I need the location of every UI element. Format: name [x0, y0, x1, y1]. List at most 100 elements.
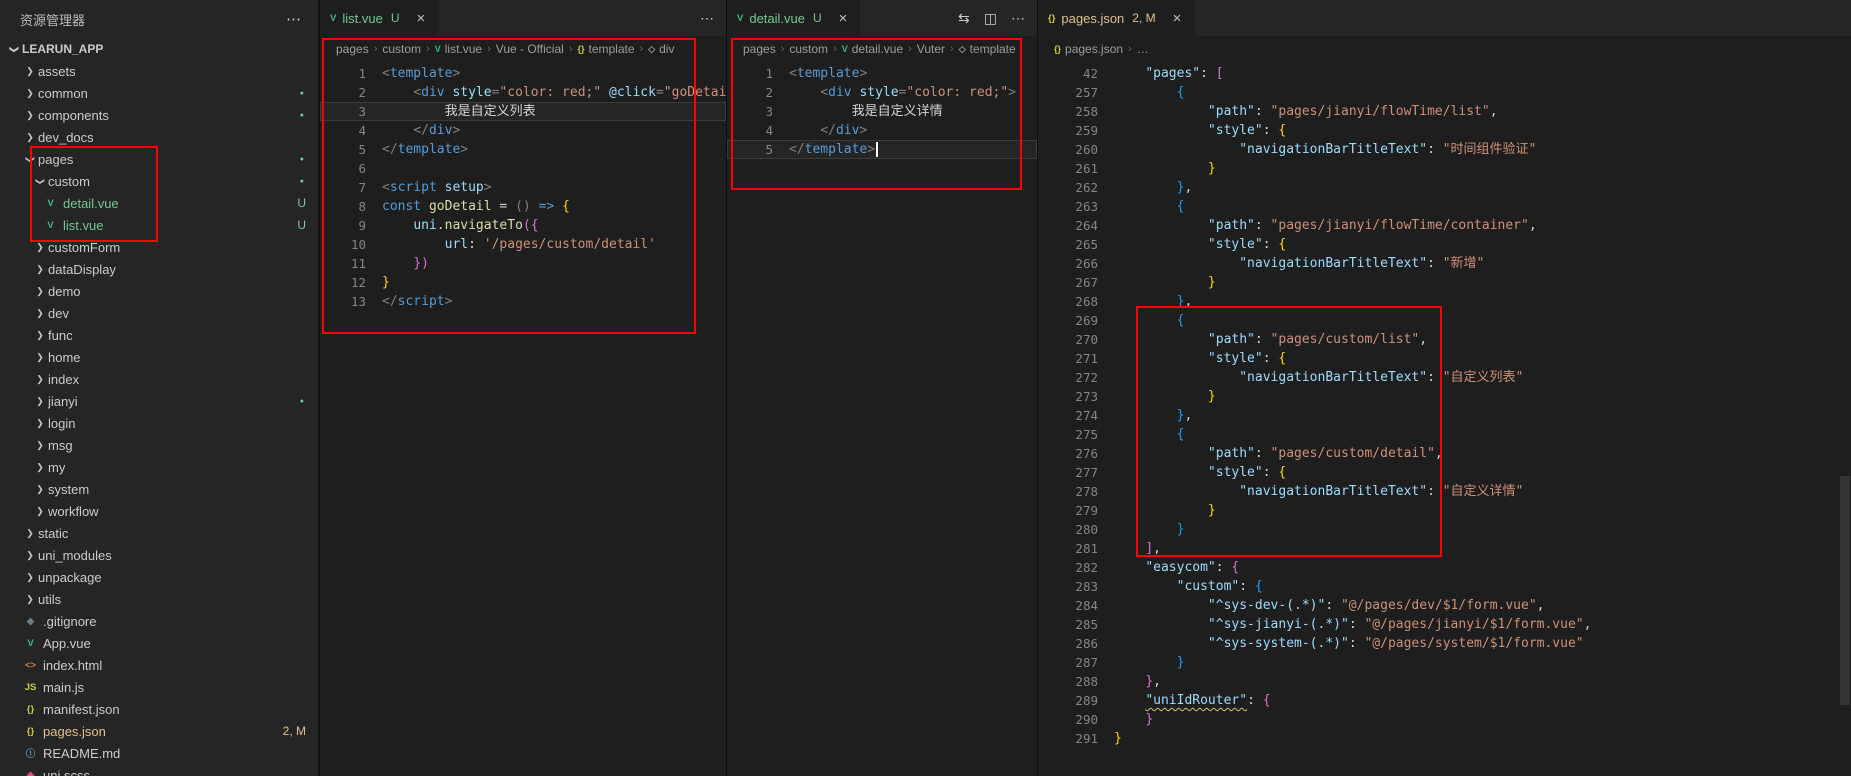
- code-line-265[interactable]: 265 "style": {: [1038, 235, 1851, 254]
- line-number[interactable]: 4: [727, 121, 789, 140]
- breadcrumb-item-template[interactable]: {}template: [577, 42, 634, 56]
- code-line-2[interactable]: 2 <div style="color: red;">: [727, 83, 1037, 102]
- line-content[interactable]: "style": {: [1114, 463, 1851, 482]
- breadcrumb-item--[interactable]: …: [1137, 42, 1149, 56]
- code-line-258[interactable]: 258 "path": "pages/jianyi/flowTime/list"…: [1038, 102, 1851, 121]
- line-number[interactable]: 274: [1038, 406, 1114, 425]
- line-number[interactable]: 284: [1038, 596, 1114, 615]
- breadcrumb-item-template[interactable]: ◇template: [959, 42, 1016, 56]
- code-line-264[interactable]: 264 "path": "pages/jianyi/flowTime/conta…: [1038, 216, 1851, 235]
- line-content[interactable]: "style": {: [1114, 349, 1851, 368]
- line-content[interactable]: }: [382, 273, 726, 292]
- line-content[interactable]: {: [1114, 311, 1851, 330]
- line-number[interactable]: 259: [1038, 121, 1114, 140]
- line-content[interactable]: <script setup>: [382, 178, 726, 197]
- line-content[interactable]: uni.navigateTo({: [382, 216, 726, 235]
- line-content[interactable]: <div style="color: red;">: [789, 83, 1037, 102]
- split-editor-icon[interactable]: ◫: [984, 10, 997, 27]
- line-content[interactable]: <div style="color: red;" @click="goDetai…: [382, 83, 726, 102]
- line-number[interactable]: 13: [320, 292, 382, 311]
- line-number[interactable]: 264: [1038, 216, 1114, 235]
- tree-root-learun-app[interactable]: ❯ LEARUN_APP: [0, 38, 318, 60]
- tree-item-unpackage[interactable]: ❯unpackage: [0, 566, 318, 588]
- line-number[interactable]: 271: [1038, 349, 1114, 368]
- tree-item-common[interactable]: ❯common●: [0, 82, 318, 104]
- more-actions-icon[interactable]: ⋯: [700, 10, 714, 27]
- line-number[interactable]: 1: [320, 64, 382, 83]
- code-line-266[interactable]: 266 "navigationBarTitleText": "新增": [1038, 254, 1851, 273]
- code-line-271[interactable]: 271 "style": {: [1038, 349, 1851, 368]
- breadcrumb-item-detail.vue[interactable]: Vdetail.vue: [842, 42, 903, 56]
- tree-item-assets[interactable]: ❯assets: [0, 60, 318, 82]
- breadcrumb-item-list.vue[interactable]: Vlist.vue: [435, 42, 482, 56]
- line-content[interactable]: }: [1114, 653, 1851, 672]
- open-changes-icon[interactable]: ⇆: [958, 10, 970, 27]
- line-number[interactable]: 263: [1038, 197, 1114, 216]
- line-number[interactable]: 262: [1038, 178, 1114, 197]
- code-line-276[interactable]: 276 "path": "pages/custom/detail",: [1038, 444, 1851, 463]
- code-line-1[interactable]: 1<template>: [727, 64, 1037, 83]
- line-number[interactable]: 4: [320, 121, 382, 140]
- line-content[interactable]: "navigationBarTitleText": "自定义列表": [1114, 368, 1851, 387]
- line-number[interactable]: 275: [1038, 425, 1114, 444]
- line-content[interactable]: }: [1114, 710, 1851, 729]
- breadcrumb-item-pages[interactable]: pages: [336, 42, 369, 56]
- line-content[interactable]: </template>: [789, 140, 1037, 159]
- tree-item-app.vue[interactable]: VApp.vue: [0, 632, 318, 654]
- tree-item-dev-docs[interactable]: ❯dev_docs: [0, 126, 318, 148]
- line-number[interactable]: 273: [1038, 387, 1114, 406]
- code-line-263[interactable]: 263 {: [1038, 197, 1851, 216]
- line-number[interactable]: 260: [1038, 140, 1114, 159]
- line-number[interactable]: 281: [1038, 539, 1114, 558]
- tree-item-jianyi[interactable]: ❯jianyi●: [0, 390, 318, 412]
- line-content[interactable]: "easycom": {: [1114, 558, 1851, 577]
- line-content[interactable]: {: [1114, 197, 1851, 216]
- code-line-262[interactable]: 262 },: [1038, 178, 1851, 197]
- tree-item-home[interactable]: ❯home: [0, 346, 318, 368]
- line-content[interactable]: "navigationBarTitleText": "时间组件验证": [1114, 140, 1851, 159]
- breadcrumb-item-vue-official[interactable]: Vue - Official: [496, 42, 564, 56]
- tab-pages-json[interactable]: {}pages.json2, M×: [1038, 0, 1195, 36]
- line-content[interactable]: </div>: [789, 121, 1037, 140]
- line-content[interactable]: 我是自定义详情: [789, 102, 1037, 121]
- line-content[interactable]: }: [1114, 501, 1851, 520]
- line-number[interactable]: 5: [320, 140, 382, 159]
- code-line-2[interactable]: 2 <div style="color: red;" @click="goDet…: [320, 83, 726, 102]
- line-number[interactable]: 265: [1038, 235, 1114, 254]
- line-number[interactable]: 269: [1038, 311, 1114, 330]
- code-line-261[interactable]: 261 }: [1038, 159, 1851, 178]
- code-line-287[interactable]: 287 }: [1038, 653, 1851, 672]
- tree-item-func[interactable]: ❯func: [0, 324, 318, 346]
- tree-item-login[interactable]: ❯login: [0, 412, 318, 434]
- line-number[interactable]: 283: [1038, 577, 1114, 596]
- line-number[interactable]: 279: [1038, 501, 1114, 520]
- code-line-8[interactable]: 8const goDetail = () => {: [320, 197, 726, 216]
- tree-item-system[interactable]: ❯system: [0, 478, 318, 500]
- code-line-6[interactable]: 6: [320, 159, 726, 178]
- tree-item-uni.scss[interactable]: ◈uni.scss: [0, 764, 318, 776]
- line-number[interactable]: 3: [727, 102, 789, 121]
- code-line-284[interactable]: 284 "^sys-dev-(.*)": "@/pages/dev/$1/for…: [1038, 596, 1851, 615]
- line-number[interactable]: 6: [320, 159, 382, 178]
- line-number[interactable]: 267: [1038, 273, 1114, 292]
- tab-list-vue[interactable]: Vlist.vueU×: [320, 0, 439, 36]
- line-number[interactable]: 10: [320, 235, 382, 254]
- code-line-269[interactable]: 269 {: [1038, 311, 1851, 330]
- line-content[interactable]: "path": "pages/custom/detail",: [1114, 444, 1851, 463]
- line-content[interactable]: "path": "pages/custom/list",: [1114, 330, 1851, 349]
- tree-item-customform[interactable]: ❯customForm: [0, 236, 318, 258]
- code-line-259[interactable]: 259 "style": {: [1038, 121, 1851, 140]
- line-content[interactable]: "^sys-dev-(.*)": "@/pages/dev/$1/form.vu…: [1114, 596, 1851, 615]
- code-line-286[interactable]: 286 "^sys-system-(.*)": "@/pages/system/…: [1038, 634, 1851, 653]
- line-content[interactable]: {: [1114, 425, 1851, 444]
- code-line-275[interactable]: 275 {: [1038, 425, 1851, 444]
- code-line-4[interactable]: 4 </div>: [320, 121, 726, 140]
- code-line-1[interactable]: 1<template>: [320, 64, 726, 83]
- line-content[interactable]: </template>: [382, 140, 726, 159]
- code-line-274[interactable]: 274 },: [1038, 406, 1851, 425]
- line-number[interactable]: 8: [320, 197, 382, 216]
- code-line-280[interactable]: 280 }: [1038, 520, 1851, 539]
- line-number[interactable]: 3: [320, 102, 382, 121]
- line-content[interactable]: },: [1114, 672, 1851, 691]
- tree-item-utils[interactable]: ❯utils: [0, 588, 318, 610]
